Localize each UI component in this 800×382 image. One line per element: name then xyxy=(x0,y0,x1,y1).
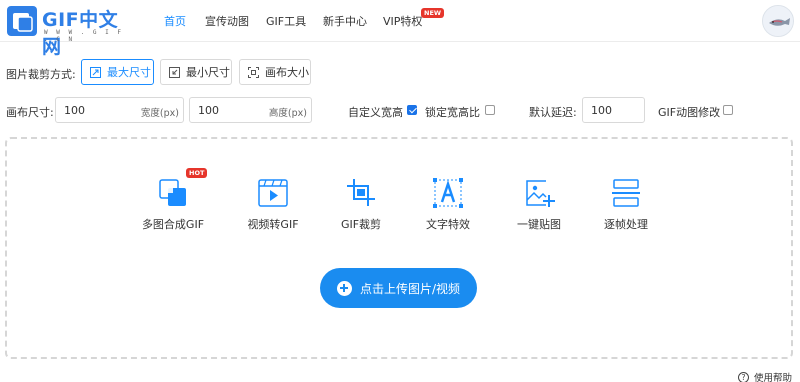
nav-promo-gifs[interactable]: 宣传动图 xyxy=(205,13,249,29)
sticker-icon xyxy=(526,180,555,207)
hot-badge: HOT xyxy=(186,168,208,178)
top-header: GIF中文网 W W W . G I F . C N 首页 宣传动图 GIF工具… xyxy=(0,0,800,58)
tool-frame-edit[interactable]: 逐帧处理 xyxy=(581,178,671,232)
upload-dropzone[interactable] xyxy=(5,137,793,359)
tool-video-to-gif[interactable]: 视频转GIF xyxy=(228,178,318,232)
logo-subtext: W W W . G I F . C N xyxy=(44,29,124,43)
width-unit: 宽度(px) xyxy=(140,108,179,119)
crop-mode-canvas-button[interactable]: 画布大小 xyxy=(239,59,311,85)
canvas-size-icon xyxy=(248,66,259,78)
tool-gif-crop[interactable]: GIF裁剪 xyxy=(316,178,406,232)
frame-edit-icon xyxy=(612,179,640,207)
height-input[interactable]: 100 高度(px) xyxy=(189,97,312,123)
tool-text-effect-label: 文字特效 xyxy=(426,218,470,231)
plus-icon xyxy=(336,280,352,296)
crop-mode-max-label: 最大尺寸 xyxy=(107,66,151,79)
max-size-icon xyxy=(90,66,101,78)
lock-ratio-label: 锁定宽高比 xyxy=(425,106,480,119)
help-link[interactable]: ? 使用帮助 xyxy=(738,370,792,382)
tool-frame-edit-label: 逐帧处理 xyxy=(604,218,648,231)
crop-mode-canvas-label: 画布大小 xyxy=(265,66,309,79)
custom-size-label: 自定义宽高 xyxy=(348,106,403,119)
text-effect-icon xyxy=(433,178,463,208)
question-icon: ? xyxy=(738,371,749,382)
new-badge: NEW xyxy=(421,8,445,18)
crop-mode-label: 图片裁剪方式: xyxy=(6,68,76,81)
width-value: 100 xyxy=(64,104,85,117)
tool-multi-image-gif-label: 多图合成GIF xyxy=(141,218,205,231)
custom-size-checkbox[interactable] xyxy=(407,105,417,115)
multi-image-gif-icon xyxy=(159,179,186,206)
nav-gif-tools[interactable]: GIF工具 xyxy=(266,13,306,29)
gif-edit-checkbox[interactable] xyxy=(723,105,733,115)
help-label: 使用帮助 xyxy=(754,373,793,382)
delay-value: 100 xyxy=(591,104,612,117)
video-to-gif-icon xyxy=(258,179,288,207)
tool-sticker-label: 一键贴图 xyxy=(517,218,561,231)
nav-beginner-center[interactable]: 新手中心 xyxy=(323,13,367,29)
delay-input[interactable]: 100 xyxy=(582,97,645,123)
crop-mode-min-button[interactable]: 最小尺寸 xyxy=(160,59,232,85)
tool-text-effect[interactable]: 文字特效 xyxy=(403,178,493,232)
upload-button[interactable]: 点击上传图片/视频 xyxy=(320,268,477,308)
height-value: 100 xyxy=(198,104,219,117)
width-input[interactable]: 100 宽度(px) xyxy=(55,97,184,123)
lock-ratio-checkbox[interactable] xyxy=(485,105,495,115)
tool-multi-image-gif[interactable]: 多图合成GIF xyxy=(128,178,218,232)
tool-sticker[interactable]: 一键贴图 xyxy=(494,178,584,232)
site-logo[interactable]: GIF中文网 W W W . G I F . C N xyxy=(4,3,134,58)
tool-video-to-gif-label: 视频转GIF xyxy=(247,218,299,231)
nav-vip[interactable]: VIP特权 xyxy=(383,13,422,29)
height-unit: 高度(px) xyxy=(268,108,307,119)
crop-mode-max-button[interactable]: 最大尺寸 xyxy=(81,59,154,85)
gif-edit-label: GIF动图修改 xyxy=(658,106,721,119)
canvas-size-label: 画布尺寸: xyxy=(6,106,54,119)
default-delay-label: 默认延迟: xyxy=(529,106,577,119)
avatar-image xyxy=(763,6,793,36)
logo-mark-icon xyxy=(7,6,37,36)
crop-icon xyxy=(347,179,375,206)
upload-button-label: 点击上传图片/视频 xyxy=(359,281,461,296)
user-avatar[interactable] xyxy=(762,5,794,37)
nav-home[interactable]: 首页 xyxy=(164,13,186,29)
min-size-icon xyxy=(169,66,180,78)
crop-mode-min-label: 最小尺寸 xyxy=(186,66,230,79)
tool-gif-crop-label: GIF裁剪 xyxy=(340,218,382,231)
